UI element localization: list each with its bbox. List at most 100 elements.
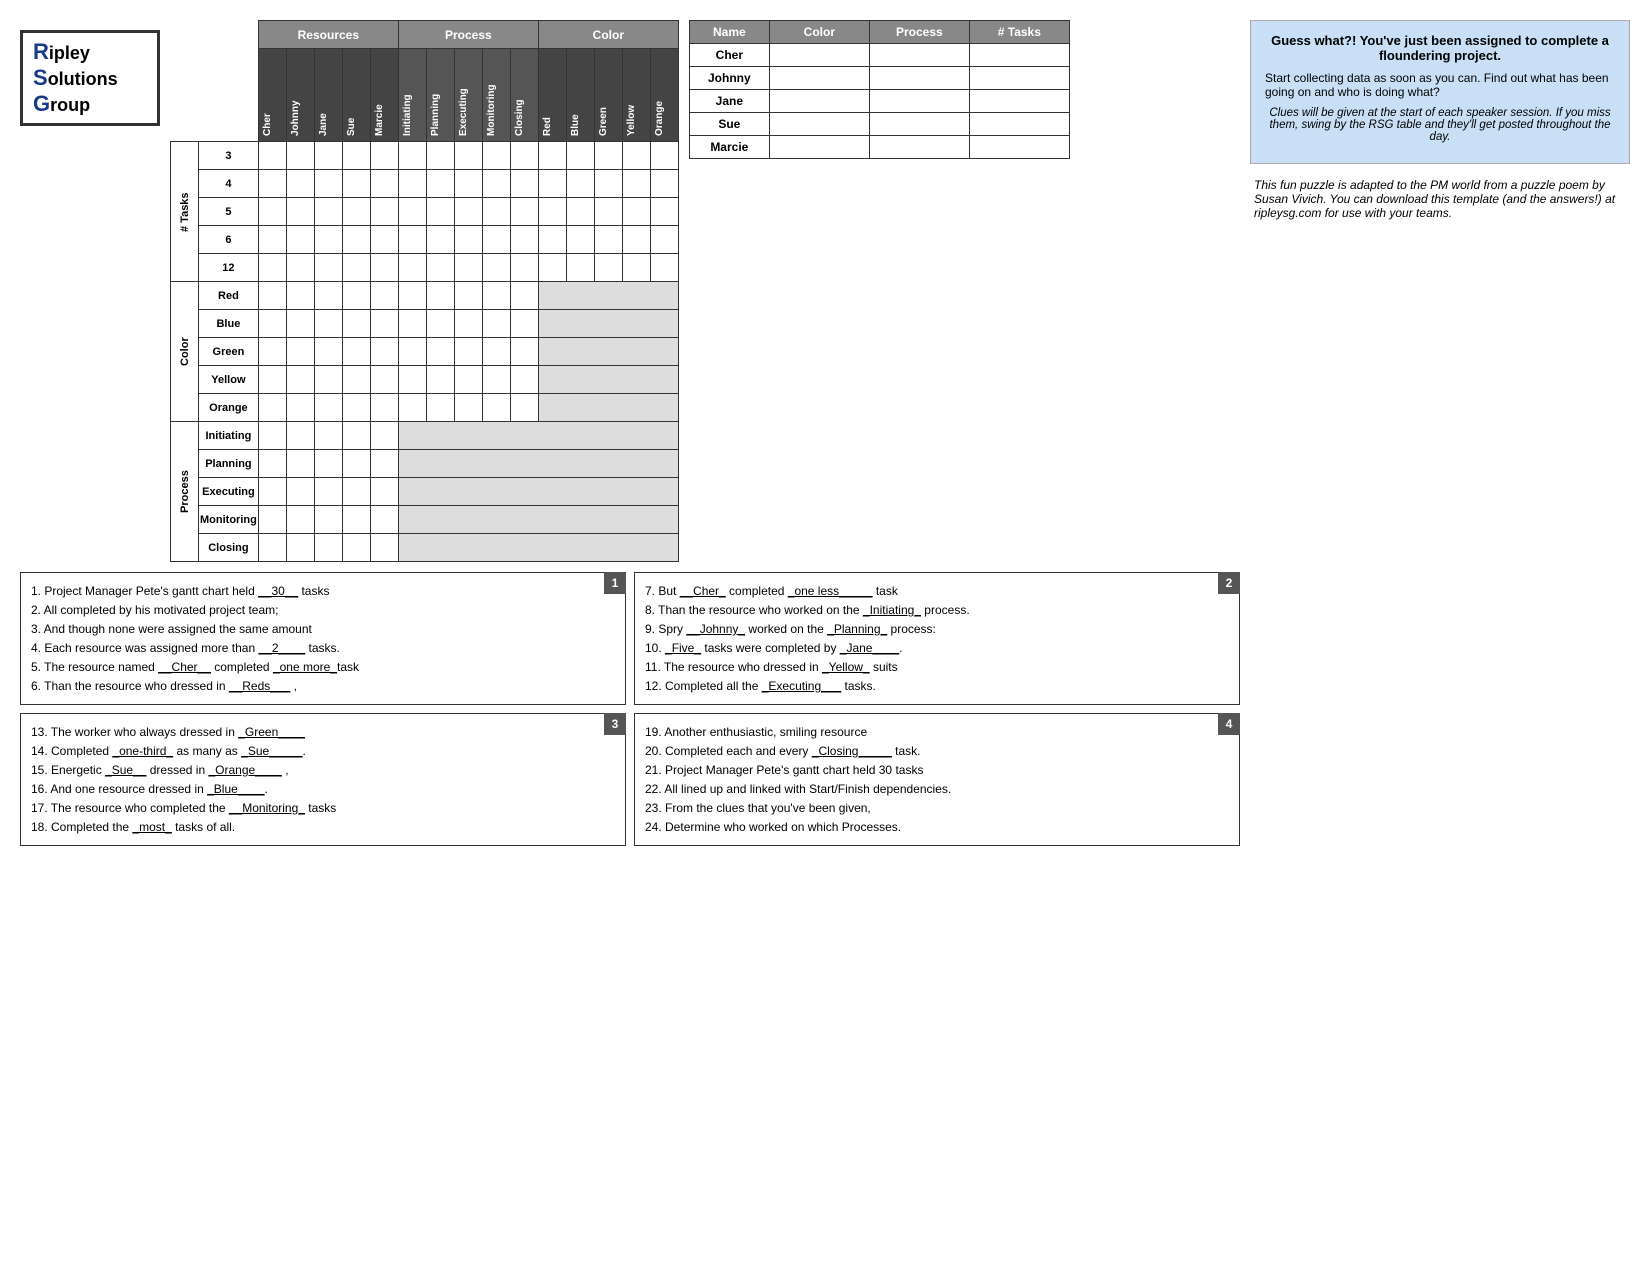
- answer-jane-tasks[interactable]: [969, 90, 1069, 113]
- color-orange-label: Orange: [199, 394, 259, 422]
- answer-marcie-tasks[interactable]: [969, 136, 1069, 159]
- color-red-label: Red: [199, 282, 259, 310]
- answer-sue-process[interactable]: [869, 113, 969, 136]
- corner-empty: [171, 21, 259, 49]
- answer-sue-tasks[interactable]: [969, 113, 1069, 136]
- answer-name-header: Name: [689, 21, 769, 44]
- main-grid: Resources Process Color Cher Johnny: [170, 20, 679, 562]
- answer-jane-row: Jane: [689, 90, 1069, 113]
- info-italic1: Clues will be given at the start of each…: [1265, 107, 1615, 143]
- col-jane: Jane: [314, 49, 342, 142]
- info-title: Guess what?! You've just been assigned t…: [1265, 33, 1615, 63]
- process-row-closing: Closing: [171, 534, 679, 562]
- answer-color-header: Color: [769, 21, 869, 44]
- cell-3-cher[interactable]: [258, 142, 286, 170]
- clue-4-5: 23. From the clues that you've been give…: [645, 799, 1229, 817]
- col-initiating: Initiating: [398, 49, 426, 142]
- tasks-row-12: 12: [171, 254, 679, 282]
- answer-jane-color[interactable]: [769, 90, 869, 113]
- row-3-label: 3: [199, 142, 259, 170]
- col-blue: Blue: [566, 49, 594, 142]
- col-yellow: Yellow: [622, 49, 650, 142]
- color-row-yellow: Yellow: [171, 366, 679, 394]
- col-cher: Cher: [258, 49, 286, 142]
- cell-3-planning[interactable]: [426, 142, 454, 170]
- clue-number-4: 4: [1218, 713, 1240, 735]
- answer-marcie-color[interactable]: [769, 136, 869, 159]
- cell-3-green[interactable]: [594, 142, 622, 170]
- row-12-label: 12: [199, 254, 259, 282]
- answer-johnny-name: Johnny: [689, 67, 769, 90]
- process-row-executing: Executing: [171, 478, 679, 506]
- clue-1-5: 5. The resource named __Cher__ completed…: [31, 658, 615, 676]
- clue-2-4: 10. _Five_ tasks were completed by _Jane…: [645, 639, 1229, 657]
- answer-grid: Name Color Process # Tasks Cher: [689, 20, 1070, 159]
- cell-3-blue[interactable]: [566, 142, 594, 170]
- clue-3-5: 17. The resource who completed the __Mon…: [31, 799, 615, 817]
- cell-3-red[interactable]: [538, 142, 566, 170]
- answer-cher-tasks[interactable]: [969, 44, 1069, 67]
- tasks-row-5: 5: [171, 198, 679, 226]
- info-footer: This fun puzzle is adapted to the PM wor…: [1250, 174, 1630, 224]
- top-row: Ripley Solutions Group Resources: [20, 20, 1240, 562]
- answer-marcie-process[interactable]: [869, 136, 969, 159]
- cell-3-initiating[interactable]: [398, 142, 426, 170]
- answer-jane-name: Jane: [689, 90, 769, 113]
- clue-box-1: 1 1. Project Manager Pete's gantt chart …: [20, 572, 626, 705]
- cell-3-marcie[interactable]: [370, 142, 398, 170]
- clue-3-3: 15. Energetic _Sue__ dressed in _Orange_…: [31, 761, 615, 779]
- answer-sue-color[interactable]: [769, 113, 869, 136]
- clue-number-2: 2: [1218, 572, 1240, 594]
- logo-box: Ripley Solutions Group: [20, 30, 160, 126]
- clue-3-6: 18. Completed the _most_ tasks of all.: [31, 818, 615, 836]
- answer-jane-process[interactable]: [869, 90, 969, 113]
- answer-johnny-row: Johnny: [689, 67, 1069, 90]
- col-red: Red: [538, 49, 566, 142]
- cell-3-executing[interactable]: [454, 142, 482, 170]
- logo-line3: Group: [33, 91, 147, 117]
- answer-cher-color[interactable]: [769, 44, 869, 67]
- color-green-label: Green: [199, 338, 259, 366]
- answer-johnny-color[interactable]: [769, 67, 869, 90]
- color-row-blue: Blue: [171, 310, 679, 338]
- cell-3-monitoring[interactable]: [482, 142, 510, 170]
- cell-3-sue[interactable]: [342, 142, 370, 170]
- clue-1-2: 2. All completed by his motivated projec…: [31, 601, 615, 619]
- clue-2-1: 7. But __Cher_ completed _one less_____ …: [645, 582, 1229, 600]
- tasks-row-6: 6: [171, 226, 679, 254]
- answer-cher-process[interactable]: [869, 44, 969, 67]
- answer-marcie-row: Marcie: [689, 136, 1069, 159]
- process-monitoring-label: Monitoring: [199, 506, 259, 534]
- clue-3-1: 13. The worker who always dressed in _Gr…: [31, 723, 615, 741]
- col-header-row: Cher Johnny Jane Sue Marcie Initiating P…: [171, 49, 679, 142]
- answer-process-header: Process: [869, 21, 969, 44]
- clue-1-3: 3. And though none were assigned the sam…: [31, 620, 615, 638]
- color-yellow-label: Yellow: [199, 366, 259, 394]
- clue-box-2: 2 7. But __Cher_ completed _one less____…: [634, 572, 1240, 705]
- tasks-side-label: # Tasks: [171, 142, 199, 282]
- process-executing-label: Executing: [199, 478, 259, 506]
- logo-line2: Solutions: [33, 65, 147, 91]
- col-sue: Sue: [342, 49, 370, 142]
- cell-3-jane[interactable]: [314, 142, 342, 170]
- cell-3-closing[interactable]: [510, 142, 538, 170]
- answer-johnny-tasks[interactable]: [969, 67, 1069, 90]
- left-section: Ripley Solutions Group Resources: [20, 20, 1240, 846]
- answer-johnny-process[interactable]: [869, 67, 969, 90]
- process-row-planning: Planning: [171, 450, 679, 478]
- clue-2-5: 11. The resource who dressed in _Yellow_…: [645, 658, 1229, 676]
- color-side-label: Color: [171, 282, 199, 422]
- answer-cher-name: Cher: [689, 44, 769, 67]
- info-box: Guess what?! You've just been assigned t…: [1250, 20, 1630, 164]
- clue-4-3: 21. Project Manager Pete's gantt chart h…: [645, 761, 1229, 779]
- main-container: Ripley Solutions Group Resources: [20, 20, 1630, 846]
- cell-3-orange[interactable]: [650, 142, 678, 170]
- cell-3-johnny[interactable]: [286, 142, 314, 170]
- cell-3-yellow[interactable]: [622, 142, 650, 170]
- logo-line1: Ripley: [33, 39, 147, 65]
- tasks-row-3: # Tasks 3: [171, 142, 679, 170]
- answer-tasks-header: # Tasks: [969, 21, 1069, 44]
- tasks-row-4: 4: [171, 170, 679, 198]
- process-row-monitoring: Monitoring: [171, 506, 679, 534]
- col-orange: Orange: [650, 49, 678, 142]
